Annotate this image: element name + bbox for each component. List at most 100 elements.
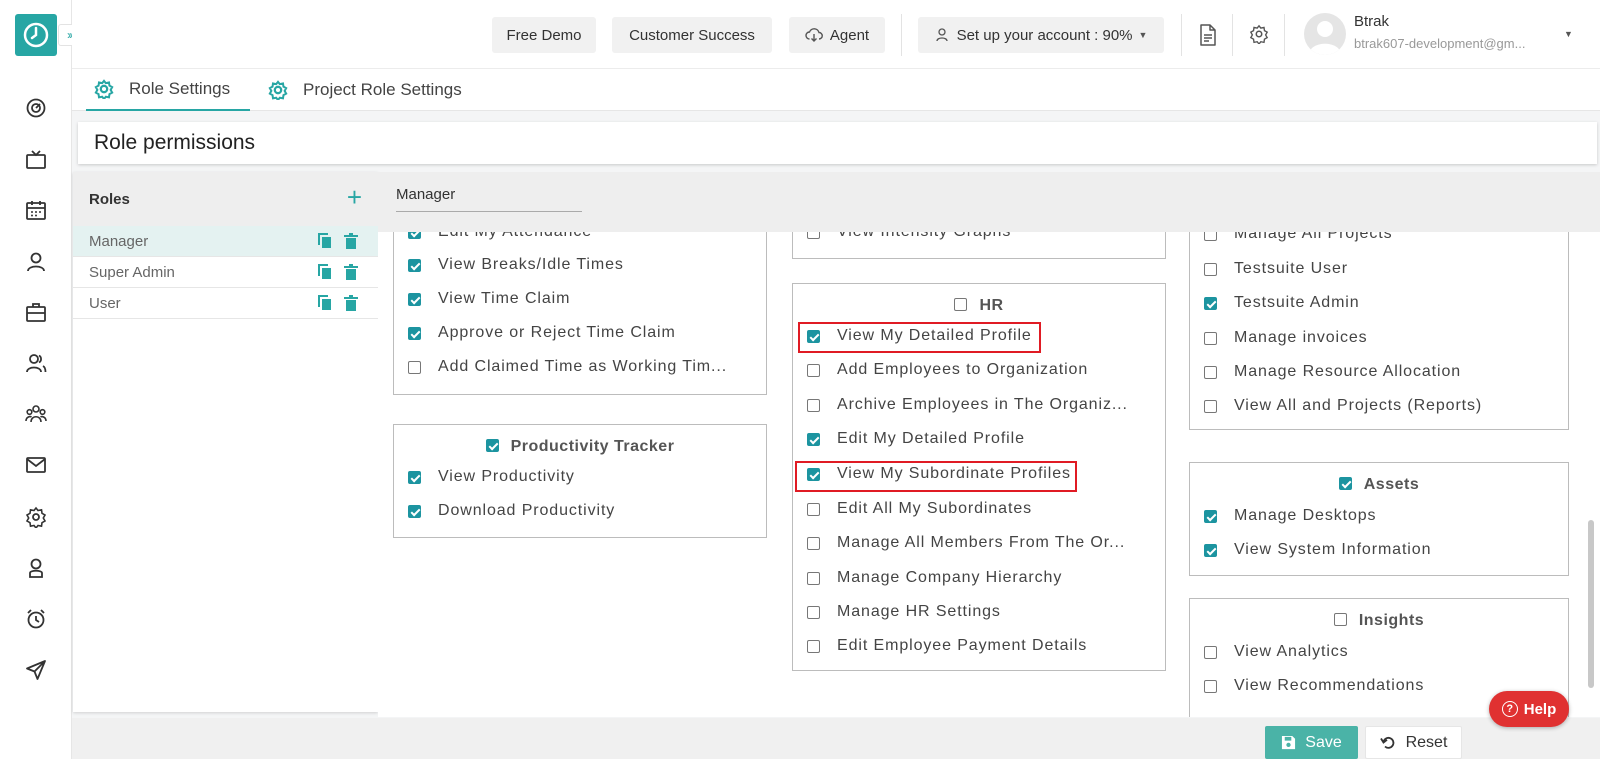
permission-item[interactable]: Testsuite Admin	[1204, 294, 1360, 312]
agent-button[interactable]: Agent	[789, 17, 885, 53]
send-icon[interactable]	[24, 658, 48, 682]
help-label: Help	[1523, 700, 1557, 718]
scrollbar[interactable]	[1588, 520, 1594, 688]
checkbox[interactable]	[408, 292, 421, 306]
permission-item[interactable]: Manage Desktops	[1204, 507, 1376, 525]
delete-icon[interactable]	[343, 233, 359, 249]
avatar[interactable]	[1304, 13, 1346, 55]
permission-item[interactable]: Approve or Reject Time Claim	[408, 324, 676, 342]
checkbox[interactable]	[1204, 296, 1217, 310]
settings-icon[interactable]	[24, 505, 48, 529]
checkbox[interactable]	[1204, 365, 1217, 379]
permission-label: Manage invoices	[1234, 329, 1368, 346]
permission-item[interactable]: Add Claimed Time as Working Tim...	[408, 358, 727, 376]
checkbox[interactable]	[1333, 613, 1347, 626]
profile-badge-icon[interactable]	[24, 556, 48, 580]
checkbox[interactable]	[807, 432, 820, 446]
add-role-icon[interactable]: +	[347, 184, 362, 210]
app-logo[interactable]	[15, 14, 57, 56]
user-email: btrak607-development@gm...	[1354, 36, 1526, 51]
permission-item[interactable]: View System Information	[1204, 541, 1431, 559]
free-demo-button[interactable]: Free Demo	[492, 17, 596, 53]
permission-item[interactable]: Manage All Projects	[1204, 232, 1393, 243]
gear-icon	[94, 79, 114, 99]
permission-item[interactable]: Edit My Attendance	[408, 232, 592, 241]
checkbox[interactable]	[807, 398, 820, 412]
checkbox[interactable]	[807, 571, 820, 585]
checkbox[interactable]	[954, 298, 968, 311]
user-icon[interactable]	[24, 250, 48, 274]
checkbox[interactable]	[1204, 399, 1217, 413]
role-item-super-admin[interactable]: Super Admin	[73, 257, 378, 288]
permission-item[interactable]: View Productivity	[408, 468, 575, 486]
calendar-icon[interactable]	[24, 198, 48, 222]
checkbox[interactable]	[1204, 509, 1217, 523]
setup-account-dropdown[interactable]: Set up your account : 90% ▼	[918, 17, 1164, 53]
tv-icon[interactable]	[24, 148, 48, 172]
briefcase-icon[interactable]	[24, 300, 48, 324]
checkbox[interactable]	[1204, 645, 1217, 659]
checkbox[interactable]	[408, 232, 421, 239]
permission-item[interactable]: View Time Claim	[408, 290, 570, 308]
gear-icon[interactable]	[1249, 24, 1271, 46]
checkbox[interactable]	[807, 536, 820, 550]
alarm-icon[interactable]	[24, 607, 48, 631]
delete-icon[interactable]	[343, 264, 359, 280]
permission-item[interactable]: View Breaks/Idle Times	[408, 256, 624, 274]
copy-icon[interactable]	[317, 295, 333, 311]
help-button[interactable]: ? Help	[1489, 691, 1569, 727]
customer-success-button[interactable]: Customer Success	[612, 17, 772, 53]
chevron-down-icon[interactable]: ▼	[1564, 29, 1573, 39]
checkbox[interactable]	[1204, 543, 1217, 557]
permission-item[interactable]: Add Employees to Organization	[807, 361, 1088, 379]
reset-button[interactable]: Reset	[1365, 726, 1462, 759]
permission-item[interactable]: View Analytics	[1204, 643, 1349, 661]
checkbox[interactable]	[408, 326, 421, 340]
checkbox[interactable]	[408, 470, 421, 484]
permission-item[interactable]: Manage Resource Allocation	[1204, 363, 1461, 381]
role-name-input[interactable]: Manager	[396, 186, 582, 212]
save-button[interactable]: Save	[1265, 726, 1358, 759]
dashboard-icon[interactable]	[24, 96, 48, 120]
tab-role-settings[interactable]: Role Settings	[86, 69, 250, 111]
checkbox[interactable]	[485, 439, 499, 452]
checkbox[interactable]	[807, 639, 820, 653]
permission-item[interactable]: View All and Projects (Reports)	[1204, 397, 1482, 415]
permission-item[interactable]: Manage HR Settings	[807, 603, 1001, 621]
permission-item[interactable]: Edit Employee Payment Details	[807, 637, 1087, 655]
permission-label: View All and Projects (Reports)	[1234, 397, 1483, 414]
permission-item[interactable]: Edit My Detailed Profile	[807, 430, 1025, 448]
permission-item[interactable]: Manage invoices	[1204, 329, 1368, 347]
checkbox[interactable]	[807, 502, 820, 516]
team-icon[interactable]	[24, 402, 48, 426]
permission-item[interactable]: Manage All Members From The Or...	[807, 534, 1125, 552]
permission-item[interactable]: Archive Employees in The Organiz...	[807, 396, 1128, 414]
checkbox[interactable]	[807, 363, 820, 377]
copy-icon[interactable]	[317, 264, 333, 280]
users-icon[interactable]	[24, 351, 48, 375]
permission-item[interactable]: Manage Company Hierarchy	[807, 569, 1062, 587]
permission-item[interactable]: Download Productivity	[408, 502, 615, 520]
copy-icon[interactable]	[317, 233, 333, 249]
checkbox[interactable]	[807, 232, 820, 239]
permission-item[interactable]: Testsuite User	[1204, 260, 1348, 278]
role-item-user[interactable]: User	[73, 288, 378, 319]
mail-icon[interactable]	[24, 453, 48, 477]
tab-project-role-settings[interactable]: Project Role Settings	[268, 69, 462, 111]
permission-item[interactable]: View Recommendations	[1204, 677, 1424, 695]
checkbox[interactable]	[1204, 262, 1217, 276]
checkbox[interactable]	[1204, 232, 1217, 241]
document-icon[interactable]	[1198, 24, 1220, 46]
permission-item[interactable]: Edit All My Subordinates	[807, 500, 1032, 518]
checkbox[interactable]	[408, 360, 421, 374]
checkbox[interactable]	[1338, 477, 1352, 490]
checkbox[interactable]	[1204, 331, 1217, 345]
checkbox[interactable]	[408, 258, 421, 272]
checkbox[interactable]	[1204, 679, 1217, 693]
clock-logo-icon	[23, 22, 49, 48]
delete-icon[interactable]	[343, 295, 359, 311]
checkbox[interactable]	[807, 605, 820, 619]
checkbox[interactable]	[408, 504, 421, 518]
permission-item[interactable]: View Intensity Graphs	[807, 232, 1011, 241]
role-item-manager[interactable]: Manager	[73, 226, 378, 257]
